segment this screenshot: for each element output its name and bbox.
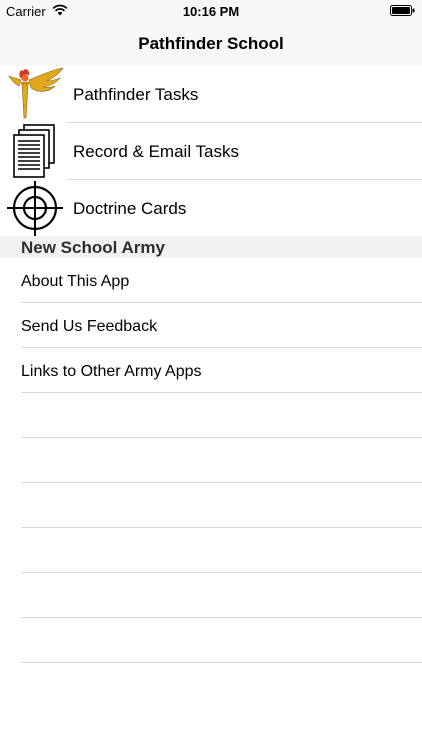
empty-row	[0, 529, 422, 573]
pathfinder-badge-icon	[8, 67, 64, 119]
empty-row	[0, 574, 422, 618]
menu-item-pathfinder-tasks[interactable]: Pathfinder Tasks	[0, 66, 422, 123]
row-divider	[21, 302, 422, 303]
row-divider	[21, 347, 422, 348]
documents-icon	[13, 124, 55, 178]
crosshair-icon	[7, 181, 63, 236]
row-divider	[21, 482, 422, 483]
empty-row	[0, 664, 422, 708]
menu-item-label: Pathfinder Tasks	[73, 85, 199, 104]
row-divider	[21, 662, 422, 663]
other-army-apps-row[interactable]: Links to Other Army Apps	[0, 349, 422, 393]
empty-row	[0, 619, 422, 663]
app-screen: Carrier 10:16 PM Pathfinder School Pathf…	[0, 0, 422, 750]
page-title: Pathfinder School	[138, 34, 284, 53]
menu-item-label: Record & Email Tasks	[73, 142, 239, 161]
menu-item-doctrine-cards[interactable]: Doctrine Cards	[0, 180, 422, 237]
section-header: New School Army	[0, 236, 422, 258]
status-time: 10:16 PM	[182, 4, 240, 19]
row-label: About This App	[21, 273, 130, 290]
menu-item-record-email-tasks[interactable]: Record & Email Tasks	[0, 123, 422, 180]
row-label: Links to Other Army Apps	[21, 363, 202, 380]
empty-row	[0, 484, 422, 528]
send-feedback-row[interactable]: Send Us Feedback	[0, 304, 422, 348]
status-bar: Carrier 10:16 PM	[0, 0, 422, 22]
navigation-bar: Pathfinder School	[0, 22, 422, 67]
empty-row	[0, 439, 422, 483]
empty-row	[0, 706, 422, 750]
section-title: New School Army	[21, 238, 165, 257]
about-this-app-row[interactable]: About This App	[0, 259, 422, 303]
battery-icon	[390, 5, 415, 16]
row-divider	[21, 392, 422, 393]
row-label: Send Us Feedback	[21, 318, 158, 335]
row-divider	[21, 617, 422, 618]
row-divider	[21, 437, 422, 438]
menu-item-label: Doctrine Cards	[73, 199, 187, 218]
row-divider	[21, 527, 422, 528]
empty-row	[0, 394, 422, 438]
row-divider	[21, 572, 422, 573]
